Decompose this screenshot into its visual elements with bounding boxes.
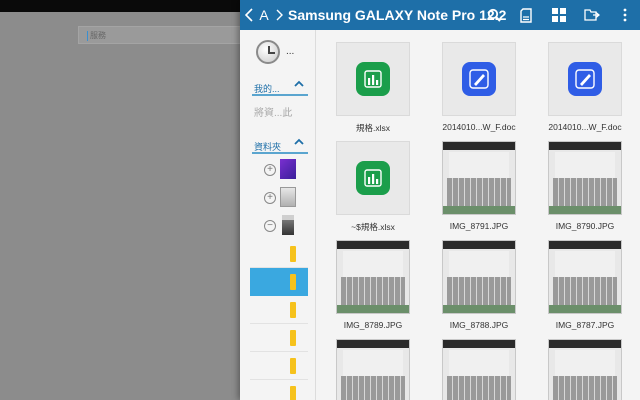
my-section-header[interactable]: 我的... [252, 80, 308, 96]
expand-icon[interactable]: + [264, 164, 276, 176]
file-name-label: 2014010...W_F.doc [442, 122, 516, 132]
photo-thumbnail [549, 241, 621, 313]
file-name-label: IMG_8789.JPG [343, 320, 403, 330]
recent-label: ... [286, 46, 295, 57]
file-tile-xls[interactable] [336, 141, 410, 215]
file-grid: 規格.xlsx 2014010...W_F.doc 2014010...W_F.do… [318, 30, 640, 400]
more-options-icon[interactable] [618, 0, 632, 30]
folder-section-header[interactable]: 資料夾 [252, 138, 308, 154]
expand-icon[interactable]: + [264, 192, 276, 204]
folder-item[interactable] [250, 240, 308, 268]
background-search-input[interactable]: 服務 [78, 26, 258, 44]
my-section-hint: 將資...此 [254, 108, 293, 119]
breadcrumb-root[interactable]: A [258, 0, 270, 30]
file-tile-photo[interactable] [442, 339, 516, 400]
photo-thumbnail [549, 340, 621, 400]
photo-thumbnail [443, 142, 515, 214]
folder-item[interactable] [250, 296, 308, 324]
folder-item[interactable] [250, 352, 308, 380]
page-title: Samsung GALAXY Note Pro 12.2 [288, 7, 507, 23]
file-name-label: IMG_8787.JPG [555, 320, 615, 330]
breadcrumb-separator-icon [272, 0, 286, 30]
collapse-icon[interactable]: − [264, 220, 276, 232]
file-tile-doc[interactable] [442, 42, 516, 116]
file-tile-photo[interactable] [442, 141, 516, 215]
file-tile-photo[interactable] [548, 240, 622, 314]
folder-icon [290, 274, 296, 290]
back-chevron-icon[interactable] [242, 0, 256, 30]
document-icon [568, 62, 602, 96]
file-tile-photo[interactable] [548, 339, 622, 400]
file-tile-photo[interactable] [336, 339, 410, 400]
folder-item-selected[interactable] [250, 268, 308, 296]
folder-item[interactable] [250, 380, 308, 400]
file-tile-photo[interactable] [442, 240, 516, 314]
file-name-label: IMG_8790.JPG [555, 221, 615, 231]
grid-view-icon[interactable] [549, 0, 569, 30]
folder-icon [290, 330, 296, 346]
file-name-label: ~$規格.xlsx [351, 222, 395, 232]
tree-item-usb[interactable]: − [250, 214, 308, 238]
folder-icon [290, 302, 296, 318]
file-name-label: IMG_8791.JPG [449, 221, 509, 231]
search-icon[interactable] [484, 0, 504, 30]
photo-thumbnail [443, 340, 515, 400]
sidebar: ... 我的... 將資...此 資料夾 + + − [240, 30, 316, 400]
file-tile-photo[interactable] [548, 141, 622, 215]
header-bar: A Samsung GALAXY Note Pro 12.2 [240, 0, 640, 30]
chevron-up-icon [294, 138, 304, 148]
file-picker-drawer: A Samsung GALAXY Note Pro 12.2 ... 我的...… [240, 0, 640, 400]
purple-storage-icon [280, 159, 296, 179]
file-tile-doc[interactable] [548, 42, 622, 116]
usb-drive-icon [282, 215, 294, 235]
folder-icon [290, 246, 296, 262]
tree-item-sd-card[interactable]: + [250, 186, 308, 210]
chevron-up-icon [294, 80, 304, 90]
recent-files-clock-icon[interactable] [256, 40, 280, 64]
file-name-label: IMG_8788.JPG [449, 320, 509, 330]
document-icon [462, 62, 496, 96]
file-tile-photo[interactable] [336, 240, 410, 314]
folder-item[interactable] [250, 324, 308, 352]
photo-thumbnail [337, 340, 409, 400]
spreadsheet-icon [356, 161, 390, 195]
move-folder-icon[interactable] [582, 0, 602, 30]
spreadsheet-icon [356, 62, 390, 96]
sd-card-icon [280, 187, 296, 207]
photo-thumbnail [337, 241, 409, 313]
file-name-label: 2014010...W_F.doc [548, 122, 622, 132]
file-name-label: 規格.xlsx [355, 123, 390, 133]
folder-icon [290, 358, 296, 374]
photo-thumbnail [549, 142, 621, 214]
folder-icon [290, 386, 296, 400]
tree-item-storage[interactable]: + [250, 158, 308, 182]
file-tile-xls[interactable] [336, 42, 410, 116]
sd-card-icon[interactable] [516, 0, 536, 30]
photo-thumbnail [443, 241, 515, 313]
